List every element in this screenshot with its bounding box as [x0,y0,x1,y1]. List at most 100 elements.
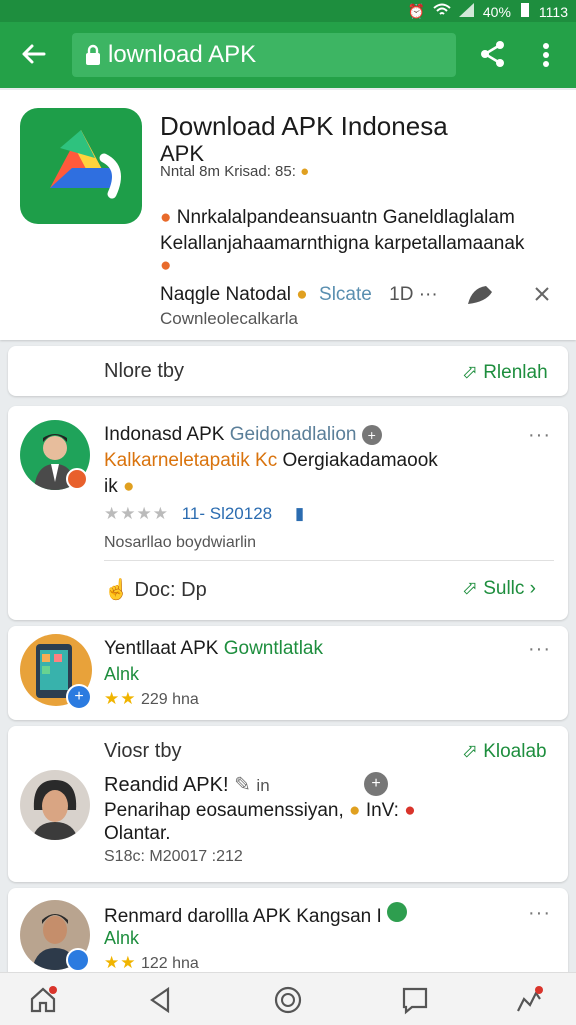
recents-icon[interactable] [400,985,430,1015]
item2-text-end: InV: [365,800,399,821]
app-meta: Nntal 8m Krisad: 85: ● [160,163,309,180]
add-icon[interactable]: + [364,772,388,796]
flag-icon: ⬀ [462,362,478,383]
chevron-right-icon: › [529,578,536,599]
review-line1: Kalkarneletapatik Kc Oergiakadamaook [104,450,438,472]
clock: 1113 [538,3,568,20]
item3-more-icon[interactable]: ··· [528,902,551,925]
lock-icon [86,44,100,65]
app-rating: Slcate [319,284,372,305]
star-rating: ★★★★ [104,504,169,523]
item-more-icon[interactable]: ··· [528,638,551,661]
url-text: lownload APK [108,41,257,68]
battery-text: 40% [482,3,511,20]
bottom-nav-bar [0,972,576,1025]
app-desc-line1: ● Nnrkalalpandeansuantn Ganeldlaglalam [160,207,515,229]
back-nav-icon[interactable] [146,985,176,1015]
item2-line2: Olantar. [104,823,171,844]
item2-meta: S18c: M20017 :212 [104,848,243,865]
app-author[interactable]: Naqgle Natodal [160,284,291,305]
add-icon[interactable]: + [361,425,382,445]
app-title: Download APK Indonesa [160,111,448,141]
emoji-icon: ● [296,284,308,305]
home-icon[interactable] [28,985,58,1015]
review-more-icon[interactable]: ··· [528,424,551,447]
item2-title: Reandid APK! ✎ in [104,772,270,797]
item3-title: Renmard darollla APK Kangsan I [104,902,408,928]
more-by-action-text: Rlenlah [483,362,548,383]
item-name-accent: Gowntlatlak [223,638,324,659]
star-rating: ★★ [104,689,137,708]
more-by-action-2-text: Kloalab [483,741,547,762]
block-icon: ● [404,800,416,821]
item2-name-extra: in [256,776,270,795]
item3-stars-row: ★★ 122 hna [104,953,199,973]
reviewer-avatar[interactable] [20,770,90,840]
reviewer-name-accent: Geidonadlalion [229,424,357,445]
item-stars-row: ★★ 229 hna [104,689,199,709]
more-dots[interactable]: ··· [419,284,438,305]
app-count: 1D [389,284,414,305]
item-name[interactable]: Yentllaat APK [104,638,218,659]
emoji-icon: ● [123,476,135,497]
star-rating: ★★ [104,953,137,972]
review-sub: Nosarllao boydwiarlin [104,534,257,551]
more-by-label: Nlore tby [104,360,185,382]
more-by-action-2[interactable]: ⬀ Kloalab [462,740,547,763]
reviewer-name[interactable]: Indonasd APK [104,424,224,445]
flag-icon: ⬀ [462,741,478,762]
review-stars-row: ★★★★ 11- Sl20128 ▮ [104,504,304,524]
item3-name[interactable]: Renmard darollla APK Kangsan I [104,906,382,927]
url-bar[interactable]: lownload APK [72,33,456,77]
collapse-icon[interactable] [532,284,552,309]
thumbs-up-icon: ☝ [104,579,129,601]
app-footer-text: Cownleolecalkarla [160,309,298,328]
thumb-icon: ▮ [294,504,305,523]
item2-name[interactable]: Reandid APK! [104,774,229,796]
app-author-row: Naqgle Natodal ● Slcate 1D ··· [160,284,438,306]
item-title: Yentllaat APK Gowntlatlak [104,638,323,660]
more-by-label-2: Viosr tby [104,740,182,762]
item2-line1: Penarihap eosaumenssiyan, ● InV: ● [104,800,416,822]
review-divider [104,560,554,561]
review-actions[interactable]: ☝ Doc: Dp [104,577,207,602]
signal-icon [458,3,475,20]
review-date: 11- Sl20128 [181,504,273,523]
status-bar: ⏰ 40% 1113 [0,0,576,22]
item3-count: 122 hna [140,955,199,972]
browser-toolbar: lownload APK [0,22,576,88]
app-meta-text: Nntal 8m Krisad: 85: [160,163,296,180]
item-sub: Alnk [104,664,140,684]
app-icon[interactable] [20,108,142,224]
item-count: 229 hna [140,691,199,708]
share-icon[interactable] [478,39,508,69]
item2-text: Penarihap eosaumenssiyan, [104,800,344,821]
share-arrow-icon: ⬀ [462,578,478,599]
more-menu-icon[interactable] [536,41,556,69]
emoji-icon: ● [300,163,310,180]
desc-text-1: Nnrkalalpandeansuantn Ganeldlaglalam [176,207,515,228]
messenger-badge-icon [66,948,90,972]
wifi-icon [433,3,451,20]
verified-icon [387,902,408,922]
more-by-action[interactable]: ⬀ Rlenlah [462,361,548,384]
emoji-icon: ● [349,800,361,821]
review-line2: ik ● [104,476,135,498]
verified-badge-icon [66,468,88,490]
apps-icon[interactable] [514,985,544,1015]
battery-icon [519,2,531,21]
review-share-action[interactable]: ⬀ Sullc › [462,577,536,600]
home-circle-icon[interactable] [273,985,303,1015]
review-title: Indonasd APK Geidonadlalion + [104,424,382,446]
emoji-icon: ● [160,207,172,228]
alarm-icon: ⏰ [407,3,425,19]
review-text: Oergiakadamaook [282,450,438,471]
emoji-icon: ● [160,255,172,276]
review-actions-text: Doc: Dp [134,579,207,601]
review-action-text: Sullc [483,578,525,599]
item3-sub: Alnk [104,928,140,948]
add-badge-icon: + [66,684,92,710]
back-arrow-icon[interactable] [16,36,52,72]
like-icon[interactable] [466,284,494,311]
pen-icon: ✎ [234,774,251,796]
